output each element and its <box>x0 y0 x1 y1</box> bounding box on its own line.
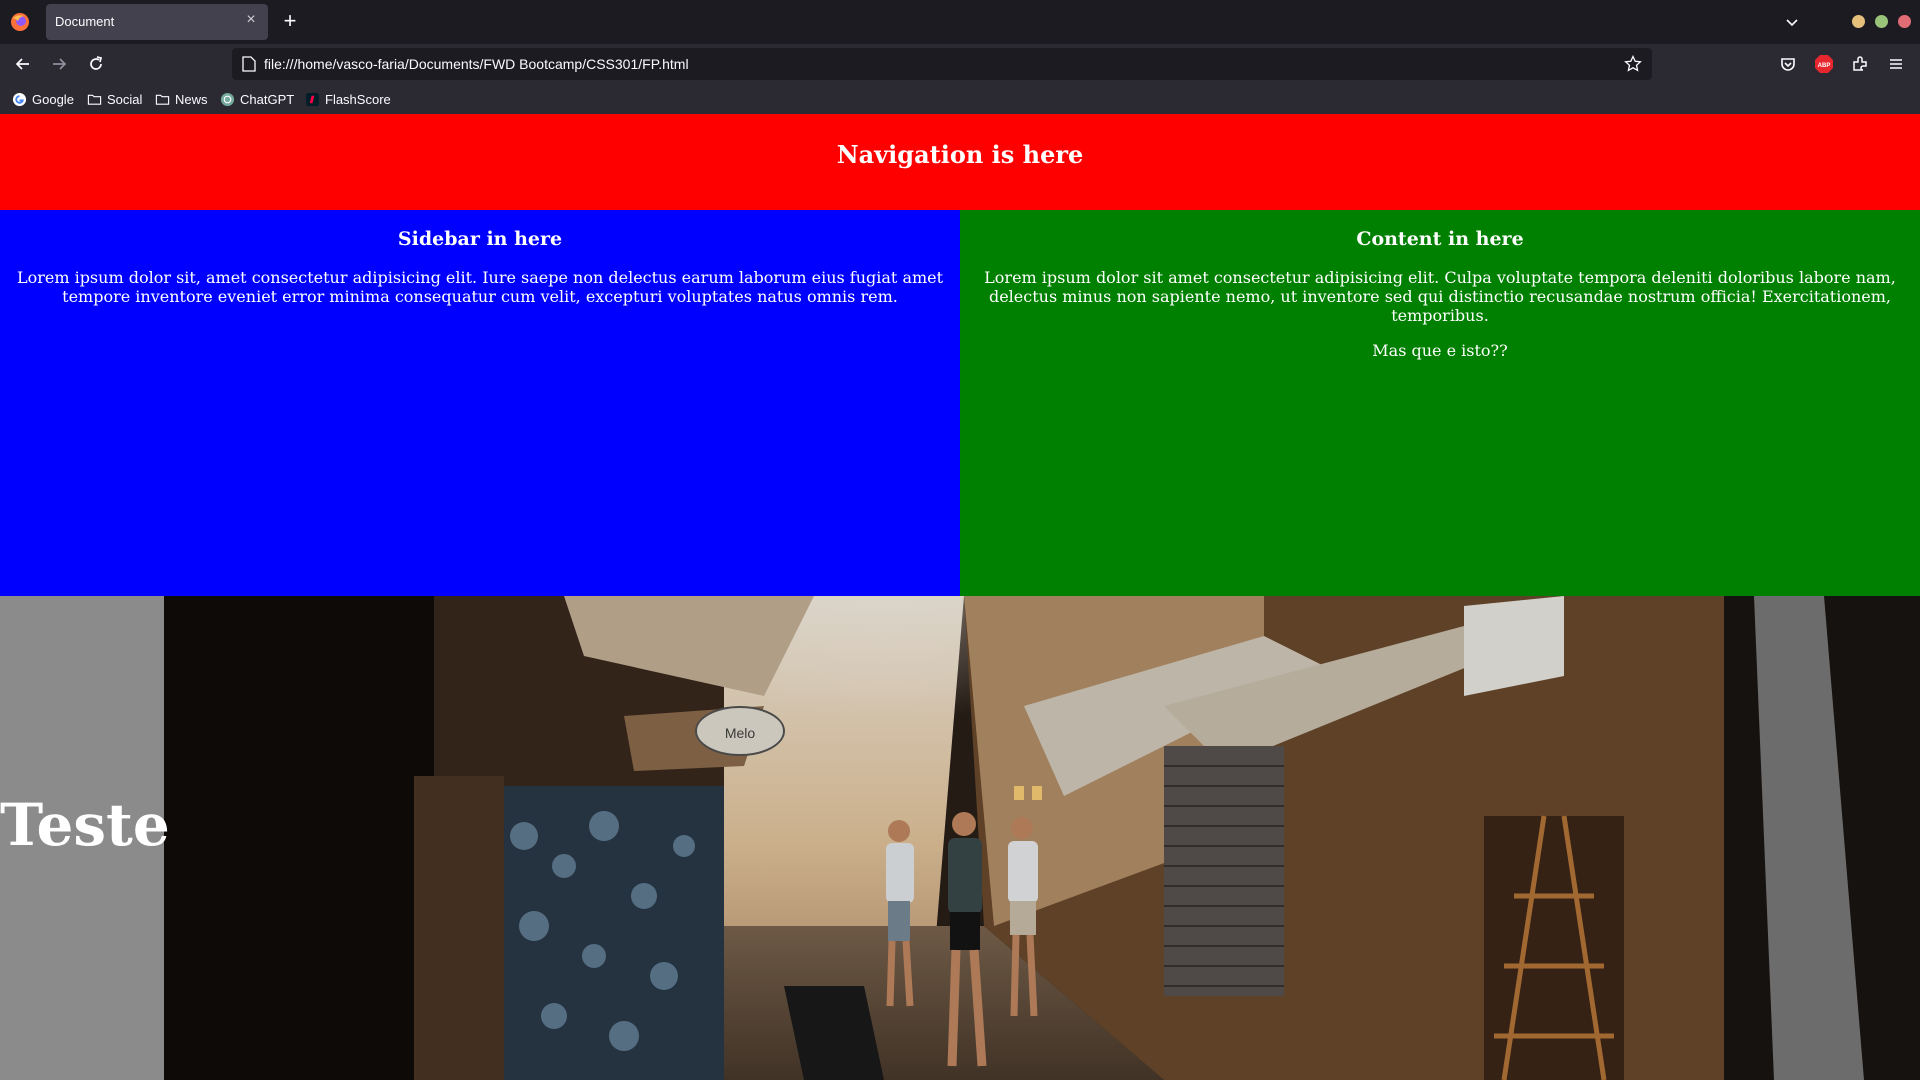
hamburger-menu-icon[interactable] <box>1886 54 1906 74</box>
tab-title: Document <box>55 14 115 29</box>
bookmark-social[interactable]: Social <box>87 90 142 108</box>
flashscore-icon <box>305 92 320 106</box>
bookmark-label: FlashScore <box>325 91 391 107</box>
bookmark-star-icon[interactable] <box>1624 55 1642 73</box>
page-viewport: Navigation is here Sidebar in here Lorem… <box>0 114 1920 1080</box>
content-paragraph: Lorem ipsum dolor sit amet consectetur a… <box>984 268 1896 325</box>
bookmark-label: Google <box>32 91 74 107</box>
chevron-down-icon[interactable] <box>1784 14 1800 30</box>
folder-icon <box>87 94 102 105</box>
street-market-photo: Melo <box>164 596 1920 1080</box>
firefox-icon[interactable] <box>10 12 30 32</box>
pocket-icon[interactable] <box>1778 54 1798 74</box>
bookmark-chatgpt[interactable]: ChatGPT <box>220 90 294 108</box>
navigation-heading: Navigation is here <box>836 139 1084 169</box>
extensions-icon[interactable] <box>1850 54 1870 74</box>
tab-document[interactable]: Document × <box>46 4 268 40</box>
bookmark-news[interactable]: News <box>155 90 208 108</box>
content-section: Content in here Lorem ipsum dolor sit am… <box>960 210 1920 596</box>
bookmark-label: News <box>175 91 208 107</box>
google-icon <box>12 92 27 106</box>
url-text[interactable]: file:///home/vasco-faria/Documents/FWD B… <box>264 56 689 72</box>
hero-section: Melo Teste <box>0 596 1920 1080</box>
svg-text:ABP: ABP <box>1818 63 1831 69</box>
close-tab-icon[interactable]: × <box>244 12 258 28</box>
bookmarks-bar: Google Social News ChatGPT FlashScore <box>0 84 1920 114</box>
minimize-window-button[interactable] <box>1852 15 1865 28</box>
bookmark-label: ChatGPT <box>240 91 295 107</box>
adblock-icon[interactable]: ABP <box>1814 54 1834 74</box>
browser-titlebar: Document × + <box>0 0 1920 44</box>
reload-icon[interactable] <box>86 54 106 74</box>
maximize-window-button[interactable] <box>1875 15 1888 28</box>
navigation-section: Navigation is here <box>0 114 1920 210</box>
hero-title: Teste <box>0 791 170 859</box>
sidebar-section: Sidebar in here Lorem ipsum dolor sit, a… <box>0 210 960 596</box>
forward-arrow-icon[interactable] <box>49 54 69 74</box>
bookmark-google[interactable]: Google <box>12 90 74 108</box>
content-heading: Content in here <box>1356 228 1524 250</box>
close-window-button[interactable] <box>1898 15 1911 28</box>
folder-icon <box>155 94 170 105</box>
bookmark-flashscore[interactable]: FlashScore <box>305 90 391 108</box>
page-icon <box>242 56 256 72</box>
chatgpt-icon <box>220 92 235 106</box>
new-tab-button[interactable]: + <box>280 10 300 32</box>
bookmark-label: Social <box>107 91 143 107</box>
back-arrow-icon[interactable] <box>13 54 33 74</box>
content-question: Mas que e isto?? <box>1372 341 1508 360</box>
sidebar-paragraph: Lorem ipsum dolor sit, amet consectetur … <box>16 268 944 306</box>
sidebar-heading: Sidebar in here <box>397 228 563 250</box>
url-bar[interactable]: file:///home/vasco-faria/Documents/FWD B… <box>232 48 1652 80</box>
browser-toolbar: file:///home/vasco-faria/Documents/FWD B… <box>0 44 1920 84</box>
